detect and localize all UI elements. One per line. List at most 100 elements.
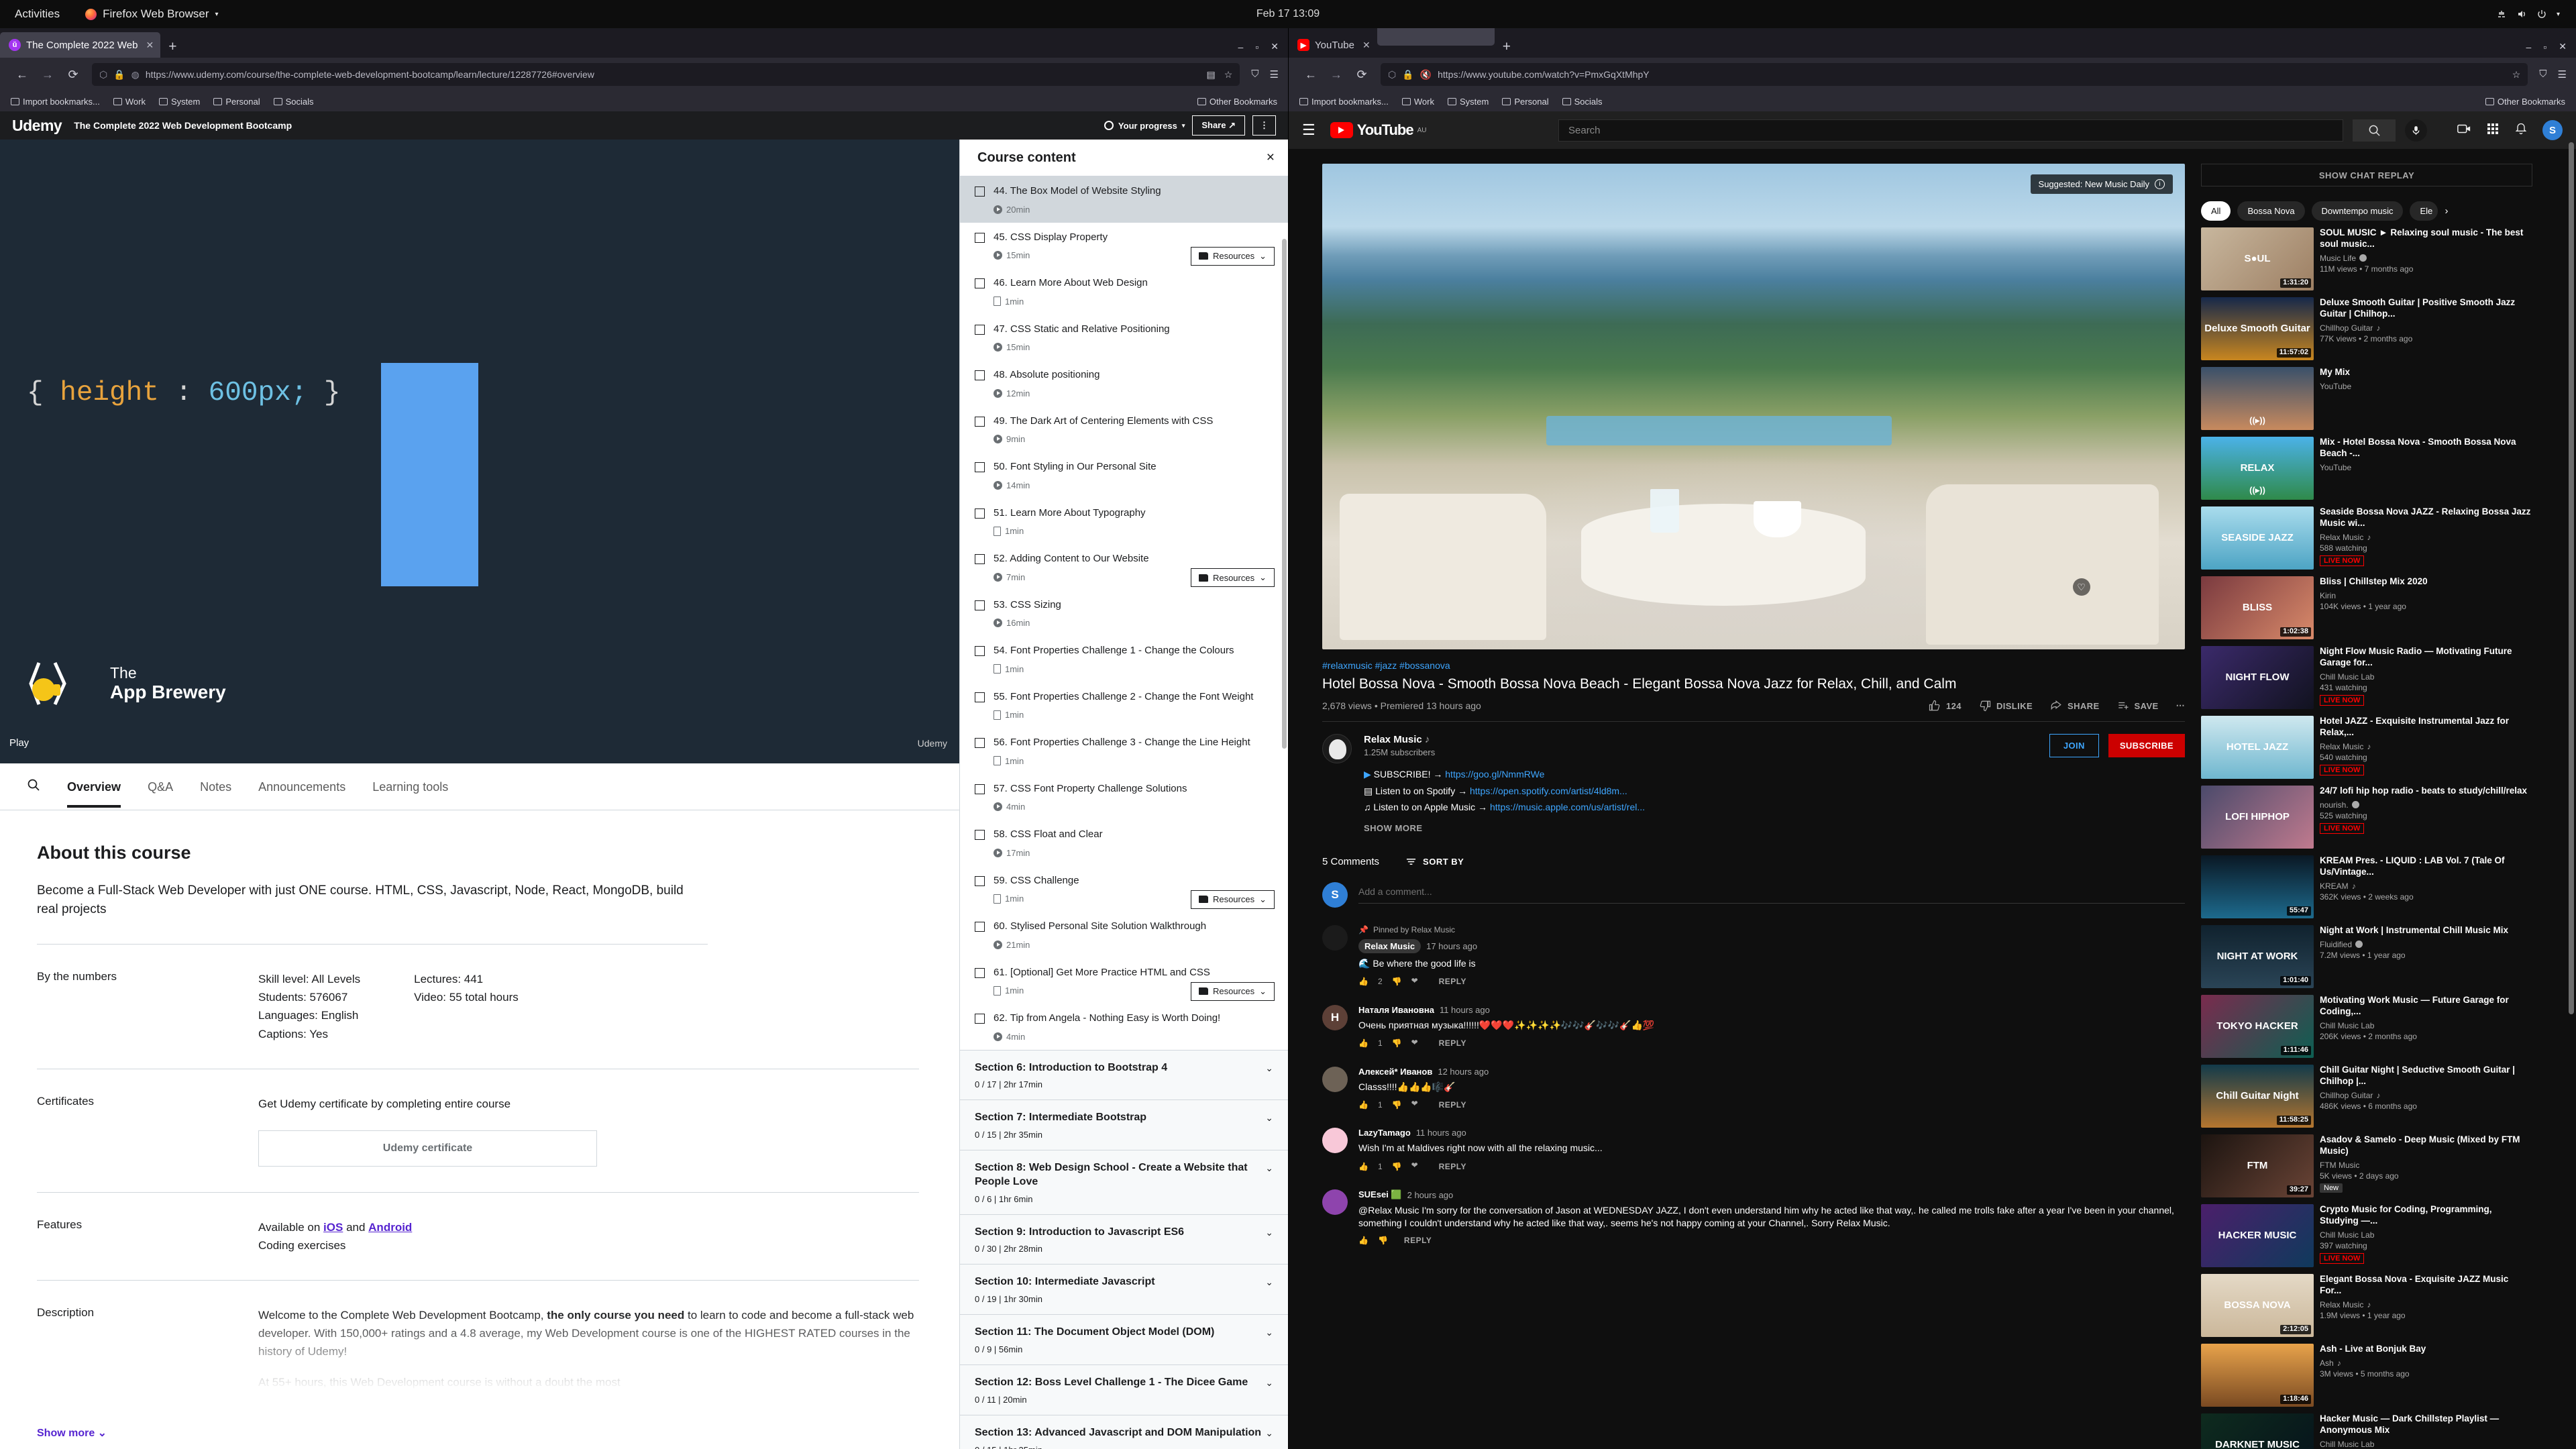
account-icon[interactable]: ⛉ xyxy=(1251,68,1258,80)
comment-author[interactable]: Relax Music xyxy=(1358,938,1421,953)
video-thumbnail[interactable]: ((▸)) xyxy=(2201,367,2314,430)
video-thumbnail[interactable]: S●UL 1:31:20 xyxy=(2201,227,2314,290)
comment-dislike-button[interactable]: 👎 xyxy=(1392,1162,1402,1171)
search-icon[interactable] xyxy=(27,778,40,795)
lecture-item[interactable]: 55. Font Properties Challenge 2 - Change… xyxy=(960,682,1288,729)
lecture-item[interactable]: 49. The Dark Art of Centering Elements w… xyxy=(960,407,1288,453)
section-header[interactable]: Section 8: Web Design School - Create a … xyxy=(960,1150,1288,1214)
lecture-checkbox[interactable] xyxy=(975,784,985,794)
maximize-button[interactable]: ▫ xyxy=(2543,42,2546,52)
recommended-video[interactable]: BLISS 1:02:38 Bliss | Chillstep Mix 2020 Ki… xyxy=(2201,576,2532,639)
apps-grid-icon[interactable] xyxy=(2486,122,2500,139)
video-thumbnail[interactable]: Chill Guitar Night 11:58:25 xyxy=(2201,1065,2314,1128)
lecture-item[interactable]: 47. CSS Static and Relative Positioning 1… xyxy=(960,315,1288,361)
power-icon[interactable] xyxy=(2536,9,2547,19)
chevron-down-icon[interactable]: ⌄ xyxy=(1265,1061,1273,1090)
browser-tab-playing[interactable]: ▶ Hotel Bossa Nova - Smoo ✕ PLAYING xyxy=(1377,28,1495,46)
app-menu-icon[interactable]: ☰ xyxy=(2558,68,2567,80)
save-button[interactable]: SAVE xyxy=(2117,700,2159,712)
close-icon[interactable]: ✕ xyxy=(1362,40,1371,51)
new-tab-button[interactable]: + xyxy=(160,39,184,58)
lecture-item[interactable]: 62. Tip from Angela - Nothing Easy is Wo… xyxy=(960,1004,1288,1050)
forward-button[interactable]: → xyxy=(1324,64,1349,85)
recommended-video[interactable]: RELAX ((▸)) Mix - Hotel Bossa Nova - Smoot… xyxy=(2201,437,2532,500)
back-button[interactable]: ← xyxy=(9,64,35,85)
video-thumbnail[interactable]: SEASIDE JAZZ xyxy=(2201,506,2314,570)
show-chat-replay-button[interactable]: SHOW CHAT REPLAY xyxy=(2201,164,2532,186)
browser-tab-youtube[interactable]: ▶ YouTube ✕ xyxy=(1289,32,1377,58)
comment-reply-button[interactable]: REPLY xyxy=(1439,1162,1466,1171)
close-icon[interactable]: × xyxy=(1267,150,1275,166)
video-thumbnail[interactable]: BOSSA NOVA 2:12:05 xyxy=(2201,1274,2314,1337)
comment-author[interactable]: SUEsei 🟩 xyxy=(1358,1189,1402,1200)
recommended-video[interactable]: HACKER MUSIC Crypto Music for Coding, Pro… xyxy=(2201,1204,2532,1267)
chevron-down-icon[interactable]: ⌄ xyxy=(1265,1426,1273,1449)
chevron-down-icon[interactable]: ⌄ xyxy=(1265,1226,1273,1254)
show-more-button[interactable]: Show more ⌄ xyxy=(37,1426,107,1440)
bookmark-system[interactable]: System xyxy=(158,97,200,107)
microphone-icon[interactable] xyxy=(2405,119,2427,142)
video-channel[interactable]: YouTube xyxy=(2320,463,2532,472)
video-channel[interactable]: Relax Music ♪ xyxy=(2320,1300,2532,1309)
lecture-item[interactable]: 44. The Box Model of Website Styling 20mi… xyxy=(960,176,1288,223)
video-channel[interactable]: KREAM ♪ xyxy=(2320,881,2532,891)
video-channel[interactable]: Relax Music ♪ xyxy=(2320,742,2532,751)
lecture-checkbox[interactable] xyxy=(975,232,985,243)
lecture-checkbox[interactable] xyxy=(975,600,985,610)
comment-avatar[interactable]: Н xyxy=(1322,1004,1348,1030)
video-thumbnail[interactable]: DARKNET MUSIC xyxy=(2201,1413,2314,1449)
lecture-checkbox[interactable] xyxy=(975,875,985,886)
video-thumbnail[interactable]: 55:47 xyxy=(2201,855,2314,918)
section-header[interactable]: Section 13: Advanced Javascript and DOM … xyxy=(960,1414,1288,1449)
bookmark-socials[interactable]: Socials xyxy=(273,97,314,107)
your-progress-button[interactable]: Your progress ▾ xyxy=(1104,121,1185,131)
channel-name[interactable]: Relax Music ♪ xyxy=(1364,734,2037,745)
video-channel[interactable]: YouTube xyxy=(2320,382,2532,391)
lecture-item[interactable]: 45. CSS Display Property 15min Resources ⌄ xyxy=(960,223,1288,269)
lecture-checkbox[interactable] xyxy=(975,738,985,748)
app-menu-icon[interactable]: ☰ xyxy=(1270,68,1279,80)
forward-button[interactable]: → xyxy=(35,64,60,85)
url-bar[interactable]: ⬡ 🔒 ◍ https://www.udemy.com/course/the-c… xyxy=(92,63,1240,86)
video-channel[interactable]: FTM Music xyxy=(2320,1161,2532,1170)
comment-author[interactable]: Наталя Ивановна xyxy=(1358,1005,1434,1015)
tab-overview[interactable]: Overview xyxy=(67,765,121,808)
bookmark-system[interactable]: System xyxy=(1447,97,1489,107)
resources-button[interactable]: Resources ⌄ xyxy=(1190,890,1275,909)
resources-button[interactable]: Resources ⌄ xyxy=(1190,246,1275,266)
permissions-icon[interactable]: ◍ xyxy=(131,69,140,80)
bookmark-personal[interactable]: Personal xyxy=(213,97,260,107)
minimize-button[interactable]: – xyxy=(2526,42,2532,52)
lecture-item[interactable]: 48. Absolute positioning 12min xyxy=(960,360,1288,407)
bookmark-import[interactable]: Import bookmarks... xyxy=(11,97,100,107)
section-header[interactable]: Section 9: Introduction to Javascript ES… xyxy=(960,1214,1288,1265)
udemy-logo[interactable]: Udemy xyxy=(12,117,62,135)
recommended-video[interactable]: LOFI HIPHOP 24/7 lofi hip hop radio - bea… xyxy=(2201,786,2532,849)
video-channel[interactable]: Chill Music Lab xyxy=(2320,672,2532,682)
lecture-item[interactable]: 56. Font Properties Challenge 3 - Change… xyxy=(960,728,1288,774)
video-thumbnail[interactable]: NIGHT FLOW xyxy=(2201,646,2314,709)
video-channel[interactable]: Relax Music ♪ xyxy=(2320,533,2532,542)
lecture-item[interactable]: 53. CSS Sizing 16min xyxy=(960,590,1288,637)
lecture-checkbox[interactable] xyxy=(975,830,985,840)
like-button[interactable]: 124 xyxy=(1929,700,1962,712)
bookmark-work[interactable]: Work xyxy=(113,97,146,107)
tab-notes[interactable]: Notes xyxy=(200,765,231,808)
share-button[interactable]: Share ↗ xyxy=(1192,115,1245,136)
chip-electronic[interactable]: Ele xyxy=(2410,201,2438,221)
chevron-down-icon[interactable]: ⌄ xyxy=(1265,1376,1273,1405)
activities-button[interactable]: Activities xyxy=(15,7,60,21)
page-scrollbar[interactable] xyxy=(2569,142,2574,1014)
chevron-down-icon[interactable]: ⌄ xyxy=(1265,1326,1273,1354)
recommended-video[interactable]: Chill Guitar Night 11:58:25 Chill Guitar N… xyxy=(2201,1065,2532,1128)
recommended-video[interactable]: NIGHT AT WORK 1:01:40 Night at Work | Inst… xyxy=(2201,925,2532,988)
lecture-checkbox[interactable] xyxy=(975,922,985,932)
resources-button[interactable]: Resources ⌄ xyxy=(1190,568,1275,588)
comment-like-button[interactable]: 👍 xyxy=(1358,1100,1368,1110)
app-menu-button[interactable]: Firefox Web Browser ▾ xyxy=(85,7,219,21)
ios-link[interactable]: iOS xyxy=(323,1221,343,1234)
video-channel[interactable]: Kirin xyxy=(2320,591,2532,600)
tab-announcements[interactable]: Announcements xyxy=(258,765,345,808)
chevron-down-icon[interactable]: ▾ xyxy=(2557,11,2560,18)
comment-author[interactable]: LazyTamago xyxy=(1358,1128,1411,1138)
